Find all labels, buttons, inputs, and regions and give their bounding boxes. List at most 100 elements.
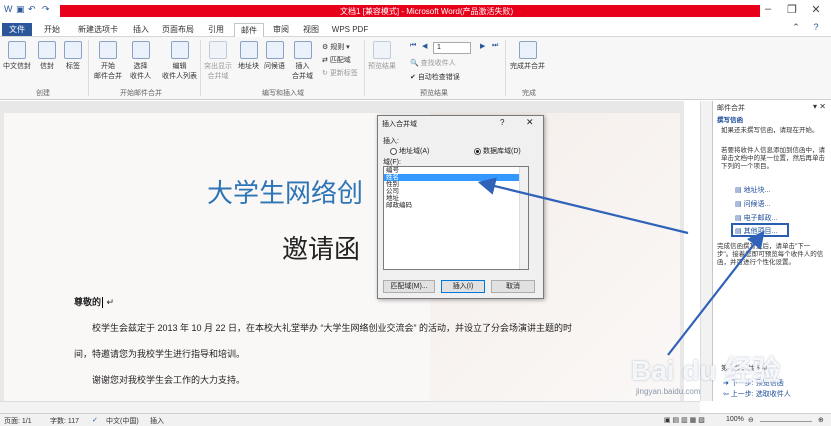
list-item[interactable]: 编号 xyxy=(384,167,528,174)
label: 完成并合并 xyxy=(510,63,545,70)
select-recipients-button[interactable]: 选择 收件人 xyxy=(130,41,151,81)
address-block-button[interactable]: 地址块 xyxy=(238,41,259,71)
body-line-3: 谢谢您对我校学生会工作的大力支持。 xyxy=(92,375,246,385)
auto-check-button[interactable]: ✔ 自动检查错误 xyxy=(410,72,460,82)
zoom-in-icon[interactable]: ⊕ xyxy=(818,416,824,424)
undo-icon[interactable]: ↶ xyxy=(28,4,36,15)
list-scrollbar[interactable] xyxy=(519,167,528,269)
edit-recipients-button[interactable]: 编辑 收件人列表 xyxy=(162,41,197,81)
start-merge-button[interactable]: 开始 邮件合并 xyxy=(94,41,122,81)
list-item[interactable]: 邮政编码 xyxy=(384,202,528,209)
rules-button[interactable]: ⚙ 规则 ▾ xyxy=(322,42,350,52)
minimize-icon[interactable]: – xyxy=(756,3,780,15)
greeting-line-link[interactable]: ▤ 问候语... xyxy=(735,199,770,209)
group-create: 创建 xyxy=(36,90,50,97)
update-labels-button[interactable]: ↻ 更新标签 xyxy=(322,68,358,78)
label: 问候语 xyxy=(264,63,285,70)
highlight-fields-button[interactable]: 突出显示 合并域 xyxy=(204,41,232,81)
label: 开始 xyxy=(101,63,115,70)
label: 问候语... xyxy=(743,201,771,208)
zoom-level[interactable]: 100% xyxy=(726,416,744,423)
tab-layout[interactable]: 页面布局 xyxy=(158,23,198,36)
body-line-1: 校学生会兹定于 2013 年 10 月 22 日，在本校大礼堂举办 “大学生网络… xyxy=(92,323,573,333)
label: 查找收件人 xyxy=(420,60,456,67)
labels-button[interactable]: 标签 xyxy=(64,41,82,71)
horizontal-scrollbar[interactable] xyxy=(0,401,700,413)
radio-database-fields[interactable]: 数据库域(D) xyxy=(474,146,521,156)
save-icon[interactable]: ▣ xyxy=(16,4,25,15)
proofing-icon[interactable]: ✓ xyxy=(92,416,98,424)
redo-icon[interactable]: ↷ xyxy=(42,4,50,15)
insert-merge-field-button[interactable]: 插入 合并域 xyxy=(292,41,313,81)
dialog-help-icon[interactable]: ? xyxy=(500,118,504,127)
pane-instruction: 若要将收件人信息添加到信函中，请单击文档中的某一位置，然后再单击下列的一个项目。 xyxy=(721,147,825,170)
body-line-2: 间，特邀请您为我校学生进行指导和培训。 xyxy=(74,349,246,359)
first-record-icon[interactable]: ⏮ xyxy=(410,42,416,50)
cancel-button[interactable]: 取消 xyxy=(491,280,535,293)
view-buttons-icon[interactable]: ▣ ▤ ▥ ▦ ▧ xyxy=(664,416,705,424)
list-item[interactable]: 性别 xyxy=(384,181,528,188)
close-icon[interactable]: ✕ xyxy=(804,3,828,16)
insert-field-icon xyxy=(293,41,312,59)
last-record-icon[interactable]: ⏭ xyxy=(492,42,498,50)
label: 匹配域 xyxy=(329,57,351,64)
labels-icon xyxy=(64,41,82,59)
dialog-close-icon[interactable]: ✕ xyxy=(526,117,534,128)
tab-wps-pdf[interactable]: WPS PDF xyxy=(328,23,372,36)
match-fields-button[interactable]: ⇄ 匹配域 xyxy=(322,55,351,65)
envelope-icon xyxy=(38,41,56,59)
address-block-link[interactable]: ▤ 地址块... xyxy=(735,185,770,195)
insert-mode[interactable]: 插入 xyxy=(150,416,164,426)
salutation: 尊敬的 ↵ xyxy=(74,297,115,309)
label: 自动检查错误 xyxy=(417,74,460,81)
restore-icon[interactable]: ❐ xyxy=(780,3,804,16)
envelope-button[interactable]: 信封 xyxy=(38,41,56,71)
group-finish: 完成 xyxy=(522,90,536,97)
prev-step-link[interactable]: ⇦ 上一步: 选取收件人 xyxy=(723,389,791,399)
pane-close-icon[interactable]: ▾ ✕ xyxy=(813,102,826,111)
next-record-icon[interactable]: ▶ xyxy=(480,42,485,50)
label: 信封 xyxy=(40,63,54,70)
label: 中文信封 xyxy=(3,63,31,70)
tab-review[interactable]: 审阅 xyxy=(268,23,294,36)
label: 编辑 xyxy=(172,63,187,70)
match-fields-button[interactable]: 匹配域(M)... xyxy=(383,280,435,293)
salutation-text: 尊敬的 xyxy=(74,297,102,307)
preview-results-button[interactable]: 预览结果 xyxy=(368,41,396,71)
document-page[interactable]: 大学生网络创 邀请函 尊敬的 ↵ 校学生会兹定于 2013 年 10 月 22 … xyxy=(4,113,680,401)
label: 收件人 xyxy=(130,73,151,80)
finish-merge-button[interactable]: 完成并合并 xyxy=(510,41,545,71)
tab-new[interactable]: 新建选项卡 xyxy=(72,23,124,36)
radio-selected-icon xyxy=(474,147,481,155)
label: 突出显示 xyxy=(204,63,232,70)
prev-record-icon[interactable]: ◀ xyxy=(422,42,427,50)
tab-references[interactable]: 引用 xyxy=(202,23,230,36)
tab-insert[interactable]: 插入 xyxy=(128,23,154,36)
language[interactable]: 中文(中国) xyxy=(106,416,139,426)
help-icon[interactable]: ? xyxy=(804,22,828,32)
list-item[interactable]: 公司 xyxy=(384,188,528,195)
text-cursor xyxy=(102,297,104,309)
label: 上一步: 选取收件人 xyxy=(730,391,791,398)
list-item-selected[interactable]: 姓名 xyxy=(384,174,528,181)
insert-button[interactable]: 插入(I) xyxy=(441,280,485,293)
zoom-out-icon[interactable]: ⊖ xyxy=(748,416,754,424)
pane-after-text: 完成信函撰写之后，请单击"下一步"。接着您即可预览每个收件人的信函，并可进行个性… xyxy=(717,243,824,266)
find-recipient-button[interactable]: 🔍 查找收件人 xyxy=(410,58,456,68)
window-title: 文档1 [兼容模式] - Microsoft Word(产品激活失败) xyxy=(340,7,514,16)
tab-view[interactable]: 视图 xyxy=(298,23,324,36)
tab-mailings[interactable]: 邮件 xyxy=(234,23,264,38)
tab-home[interactable]: 开始 xyxy=(38,23,66,36)
fields-list[interactable]: 编号 姓名 性别 公司 地址 邮政编码 xyxy=(383,166,529,270)
chinese-envelope-button[interactable]: 中文信封 xyxy=(3,41,31,71)
zoom-slider[interactable] xyxy=(760,421,812,422)
radio-address-fields[interactable]: 地址域(A) xyxy=(390,146,429,156)
record-input[interactable]: 1 xyxy=(433,42,471,54)
page-count[interactable]: 页面: 1/1 xyxy=(4,416,32,426)
electronic-postage-link[interactable]: ▤ 电子邮政... xyxy=(735,213,777,223)
list-item[interactable]: 地址 xyxy=(384,195,528,202)
word-count[interactable]: 字数: 117 xyxy=(50,416,79,426)
tab-file[interactable]: 文件 xyxy=(2,23,32,36)
greeting-line-button[interactable]: 问候语 xyxy=(264,41,285,71)
label: 数据库域(D) xyxy=(483,148,521,155)
